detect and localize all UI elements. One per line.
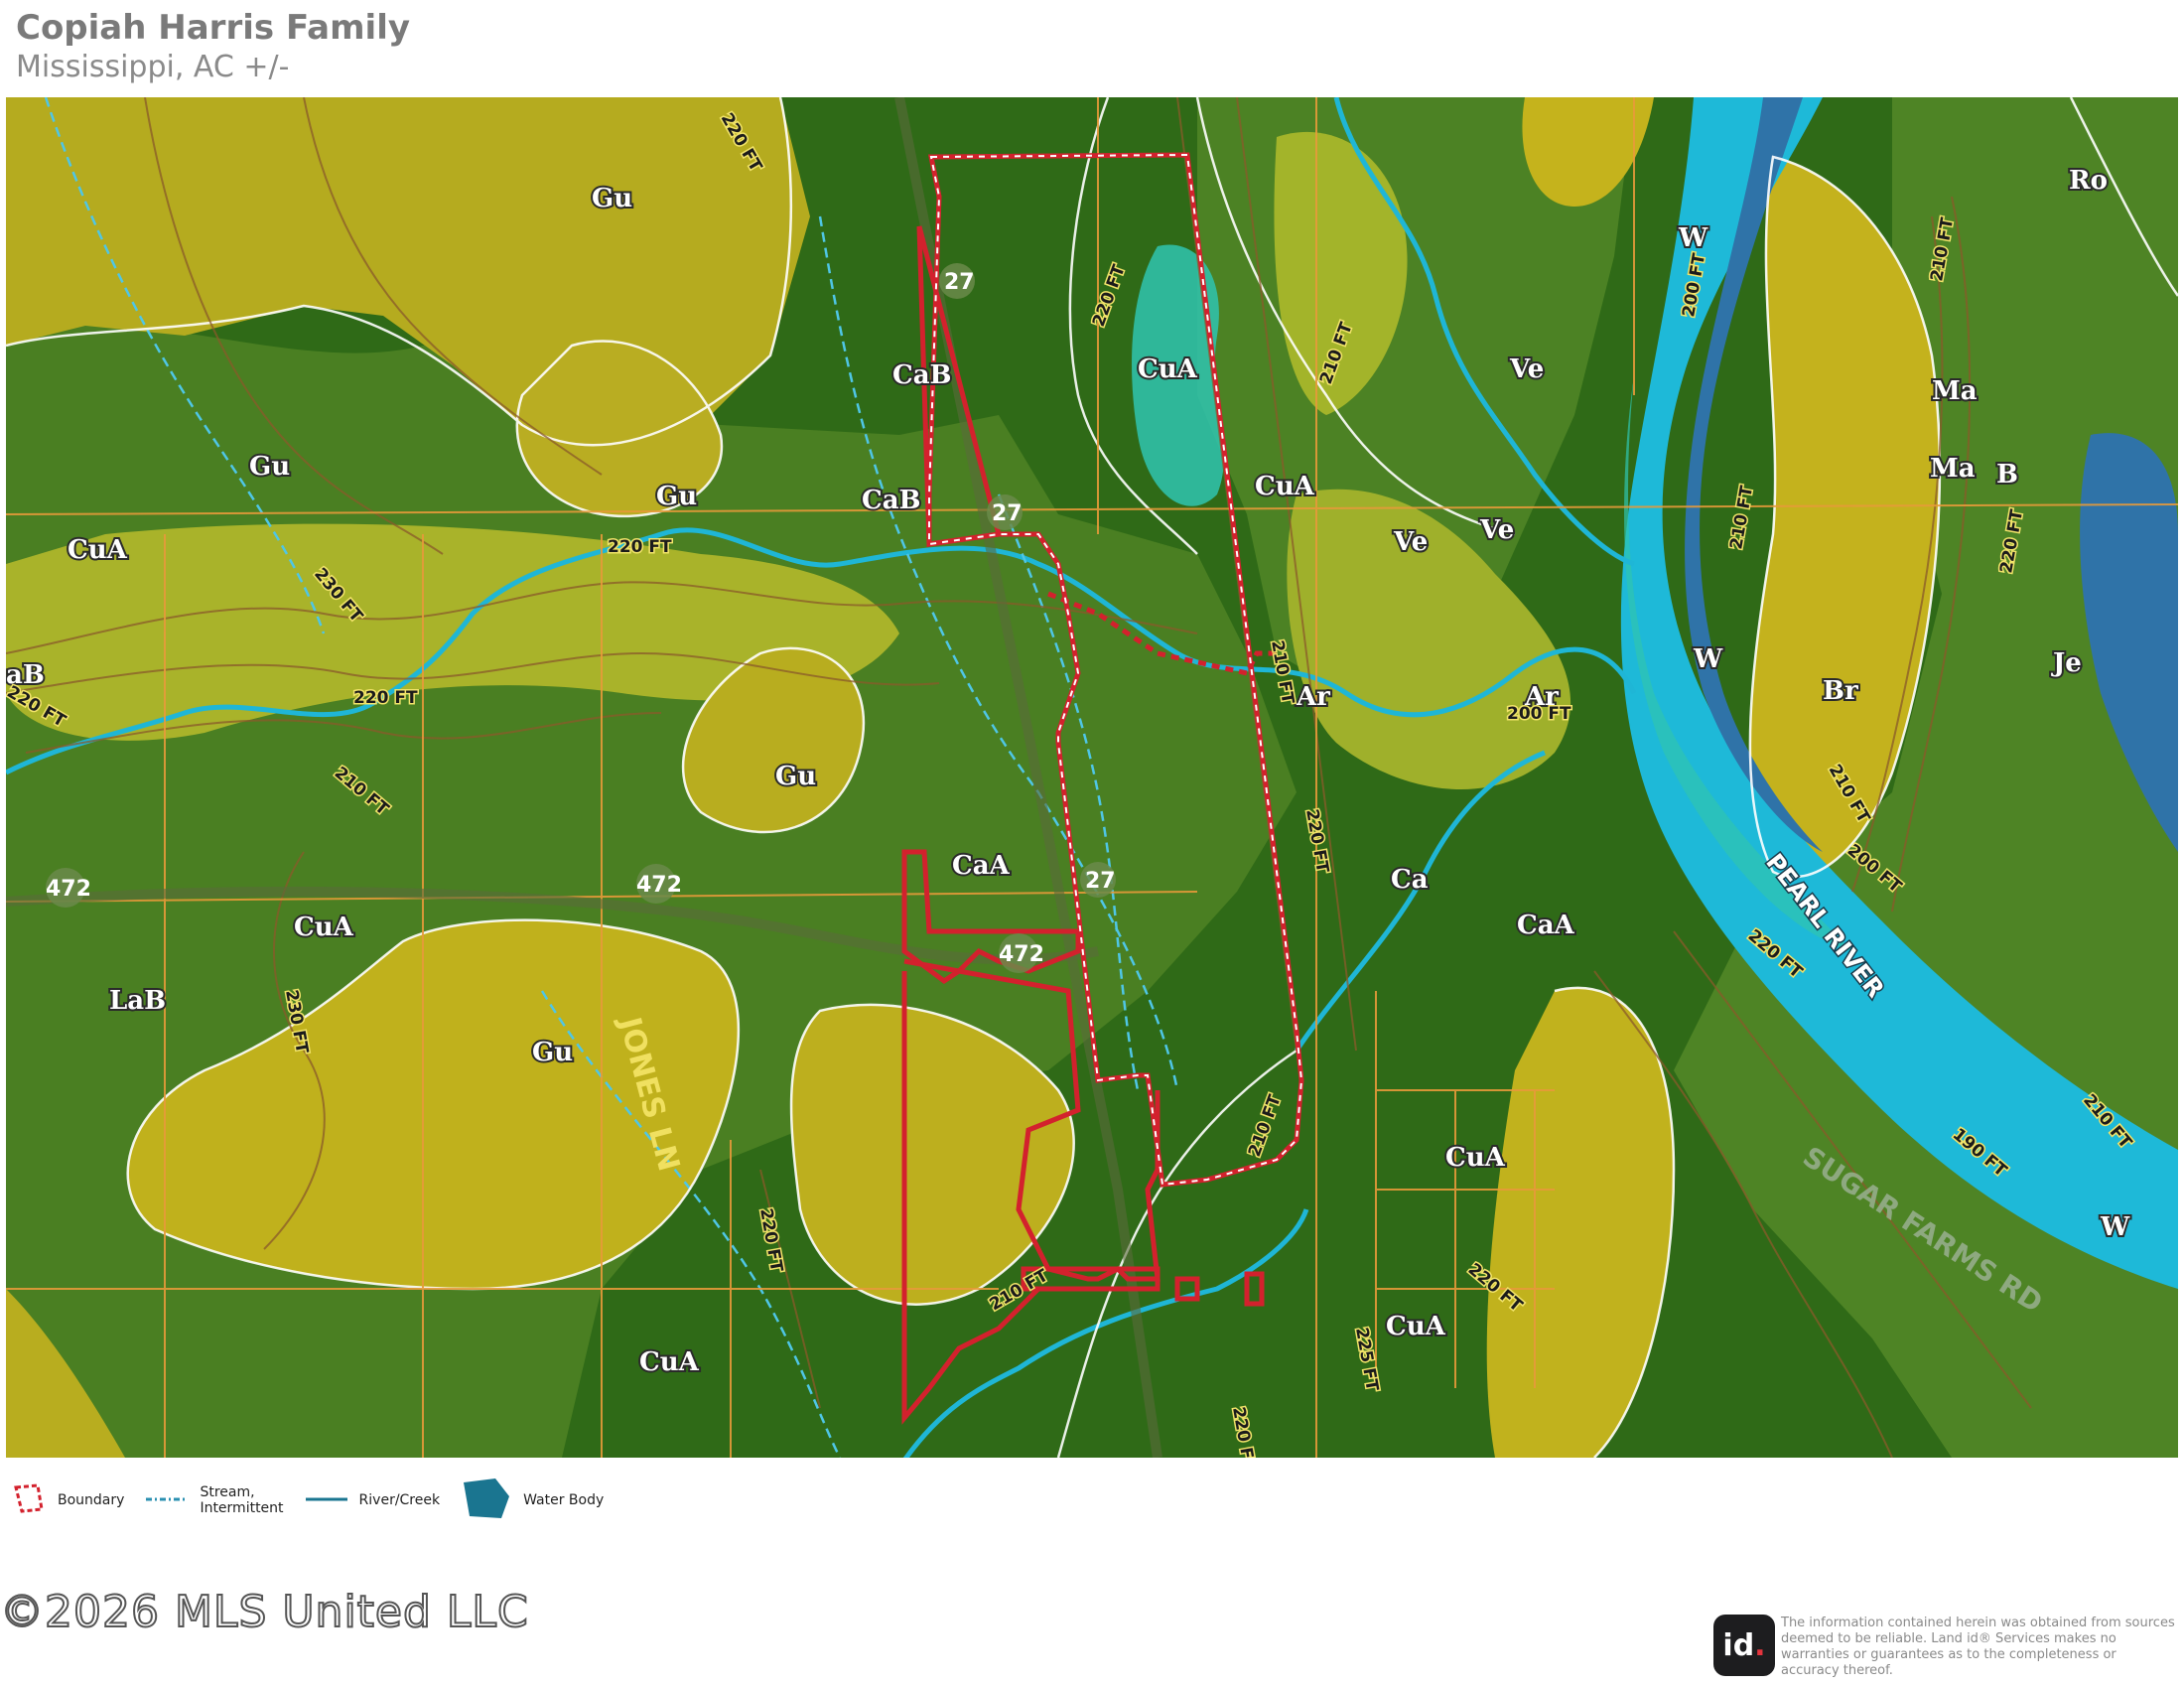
soil-label: CuA	[1445, 1143, 1506, 1173]
soil-label: CuA	[1255, 472, 1315, 501]
route-shield: 27	[987, 494, 1023, 530]
route-shield: 27	[939, 263, 975, 299]
soil-label: Gu	[656, 482, 697, 511]
boundary-icon	[12, 1481, 46, 1519]
legend-item-water-body: Water Body	[462, 1476, 604, 1524]
contour-label: 200 FT	[1507, 704, 1571, 724]
soil-label: Ro	[2069, 166, 2108, 196]
map-legend: Boundary Stream, Intermittent River/Cree…	[12, 1476, 625, 1525]
legend-label: River/Creek	[358, 1492, 441, 1508]
legend-label: Stream, Intermittent	[200, 1484, 284, 1516]
soil-label: CuA	[294, 913, 354, 942]
soil-label: B	[1996, 460, 2018, 490]
map-subtitle: Mississippi, AC +/-	[16, 50, 290, 84]
soil-map[interactable]: Gu Gu Gu Gu Gu CuA CuA CuA CuA CuA CuA C…	[6, 97, 2178, 1458]
copyright-watermark: ©2026 MLS United LLC	[0, 1586, 529, 1638]
soil-label: Ve	[1393, 527, 1428, 557]
legend-label: Water Body	[523, 1492, 605, 1508]
soil-label: Ve	[1479, 515, 1514, 545]
soil-label: CuA	[639, 1347, 700, 1377]
land-id-logo: id.	[1713, 1615, 1775, 1676]
soil-label: Je	[2051, 648, 2082, 678]
soil-label: CuA	[1386, 1312, 1446, 1341]
soil-label: W	[1678, 223, 1708, 253]
soil-label: CaB	[892, 360, 952, 390]
legend-item-stream: Stream, Intermittent	[146, 1484, 284, 1516]
soil-label: Gu	[775, 762, 816, 791]
soil-label: Ma	[1930, 454, 1976, 484]
soil-label: CaA	[1517, 911, 1575, 940]
soil-label: CuA	[1138, 354, 1198, 384]
contour-label: 220 FT	[353, 688, 418, 708]
water-body-icon	[462, 1476, 511, 1524]
legend-item-river: River/Creek	[305, 1492, 441, 1508]
soil-label: Br	[1823, 676, 1858, 706]
soil-label: CaA	[952, 851, 1011, 881]
soil-label: W	[1693, 644, 1723, 674]
stream-icon	[146, 1492, 189, 1508]
soil-label: W	[2100, 1212, 2130, 1242]
soil-label: Ca	[1391, 865, 1429, 895]
soil-label: LaB	[109, 986, 166, 1016]
svg-text:472: 472	[999, 942, 1044, 967]
svg-text:472: 472	[636, 873, 682, 898]
soil-map-canvas: Gu Gu Gu Gu Gu CuA CuA CuA CuA CuA CuA C…	[6, 97, 2178, 1458]
svg-text:27: 27	[1085, 869, 1116, 894]
soil-label: Ve	[1509, 354, 1544, 384]
map-title: Copiah Harris Family	[16, 8, 411, 48]
legend-item-boundary: Boundary	[12, 1481, 124, 1519]
legend-label: Boundary	[58, 1492, 125, 1508]
soil-label: Gu	[249, 452, 290, 482]
contour-label: 220 FT	[608, 537, 672, 557]
soil-label: Gu	[532, 1038, 573, 1067]
river-icon	[305, 1492, 347, 1508]
disclaimer-text: The information contained herein was obt…	[1781, 1616, 2175, 1678]
soil-label: CuA	[68, 535, 128, 565]
soil-label: Gu	[592, 184, 632, 213]
soil-label: Ar	[1296, 682, 1330, 712]
soil-label: Ma	[1932, 376, 1978, 406]
svg-text:27: 27	[992, 501, 1023, 526]
soil-label: CaB	[862, 486, 921, 515]
svg-text:472: 472	[46, 877, 91, 902]
svg-text:27: 27	[944, 270, 975, 295]
route-shield: 27	[1080, 862, 1116, 898]
